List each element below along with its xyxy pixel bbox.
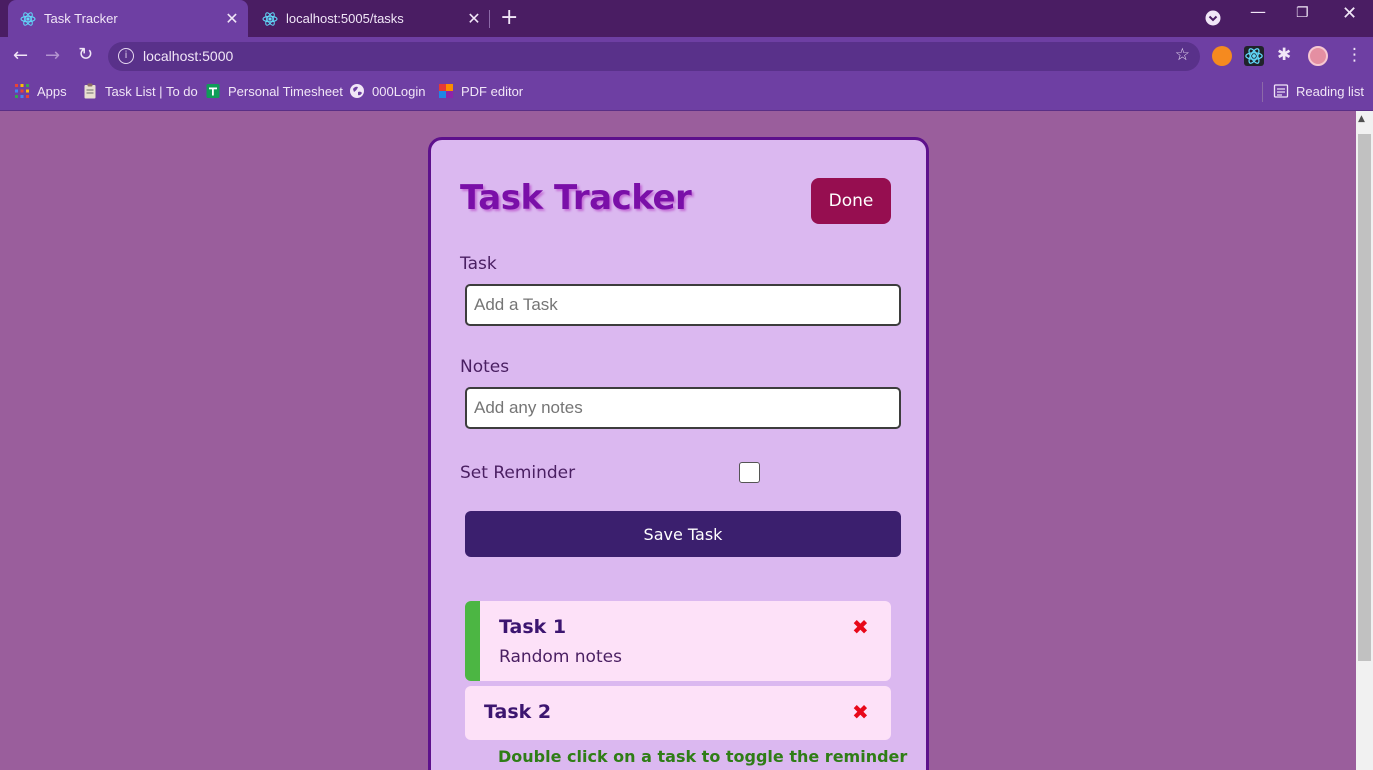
menu-kebab-icon[interactable]: ⋮ xyxy=(1346,45,1363,65)
reading-list-label: Reading list xyxy=(1296,83,1364,99)
bookmark-000login[interactable]: 000Login xyxy=(349,83,426,99)
tab-title: localhost:5005/tasks xyxy=(286,11,404,26)
reading-list-button[interactable]: Reading list xyxy=(1273,83,1364,99)
task-notes: Random notes xyxy=(499,647,622,667)
reminder-hint: Double click on a task to toggle the rem… xyxy=(498,747,908,766)
bookmark-label: Task List | To do xyxy=(105,83,198,99)
back-arrow-icon[interactable]: ← xyxy=(13,45,28,66)
tab-strip: Task Tracker ✕ localhost:5005/tasks ✕ + … xyxy=(0,0,1373,37)
reload-icon[interactable]: ↻ xyxy=(78,44,93,65)
reminder-checkbox[interactable] xyxy=(739,462,760,483)
bookmark-pdf-editor[interactable]: PDF editor xyxy=(438,83,523,99)
notes-input[interactable] xyxy=(465,387,901,429)
profile-avatar[interactable] xyxy=(1308,46,1328,66)
tab-tasks[interactable]: localhost:5005/tasks ✕ xyxy=(250,0,490,37)
task-item[interactable]: Task 2 ✖ xyxy=(465,686,891,740)
tab-close-icon[interactable]: ✕ xyxy=(464,9,484,29)
task-title: Task 2 xyxy=(484,701,552,723)
tab-close-icon[interactable]: ✕ xyxy=(222,9,242,29)
window-close-icon[interactable]: ✕ xyxy=(1342,3,1357,24)
tab-title: Task Tracker xyxy=(44,11,118,26)
save-task-button[interactable]: Save Task xyxy=(465,511,901,557)
bookmark-apps[interactable]: Apps xyxy=(14,83,67,99)
bookmarks-separator xyxy=(1262,82,1263,102)
react-icon xyxy=(20,11,36,26)
bookmark-personal-timesheet[interactable]: Personal Timesheet xyxy=(205,83,343,99)
done-button[interactable]: Done xyxy=(811,178,891,224)
app-title: Task Tracker xyxy=(460,178,692,218)
bookmark-star-icon[interactable]: ☆ xyxy=(1175,45,1190,65)
task-item[interactable]: Task 1 Random notes ✖ xyxy=(465,601,891,681)
new-tab-button[interactable]: + xyxy=(500,5,518,30)
extensions-puzzle-icon[interactable]: ✱ xyxy=(1277,45,1291,65)
pdf-editor-icon xyxy=(439,84,453,98)
site-info-icon[interactable]: i xyxy=(118,48,134,64)
clipboard-icon xyxy=(84,83,96,99)
tab-separator xyxy=(489,10,490,28)
globe-icon xyxy=(350,84,364,98)
bookmark-label: Apps xyxy=(37,83,67,99)
tab-search-icon[interactable] xyxy=(1205,10,1221,26)
task-input[interactable] xyxy=(465,284,901,326)
restore-icon[interactable]: ❐ xyxy=(1296,5,1309,21)
forward-arrow-icon[interactable]: → xyxy=(45,45,60,66)
sheets-icon xyxy=(206,84,220,98)
scroll-up-arrow-icon[interactable]: ▲ xyxy=(1358,114,1365,124)
bookmark-label: Personal Timesheet xyxy=(228,83,343,99)
task-label: Task xyxy=(460,254,497,274)
bookmark-label: 000Login xyxy=(372,83,426,99)
minimize-icon[interactable]: — xyxy=(1250,2,1266,21)
reading-list-icon xyxy=(1273,84,1289,98)
tab-task-tracker[interactable]: Task Tracker ✕ xyxy=(8,0,248,37)
bookmark-label: PDF editor xyxy=(461,83,524,99)
extension-react-icon[interactable] xyxy=(1244,46,1264,66)
reminder-label: Set Reminder xyxy=(460,463,576,483)
address-url: localhost:5000 xyxy=(143,48,234,64)
close-x-icon[interactable]: ✖ xyxy=(852,700,869,724)
close-x-icon[interactable]: ✖ xyxy=(852,615,869,639)
extension-duck-icon[interactable] xyxy=(1212,46,1232,66)
task-title: Task 1 xyxy=(499,616,567,638)
notes-label: Notes xyxy=(460,357,510,377)
bookmark-task-list[interactable]: Task List | To do xyxy=(82,83,198,99)
scrollbar-thumb[interactable] xyxy=(1358,134,1371,661)
apps-grid-icon xyxy=(15,84,29,98)
react-icon xyxy=(262,11,278,26)
address-bar[interactable]: i localhost:5000 ☆ xyxy=(108,42,1200,71)
